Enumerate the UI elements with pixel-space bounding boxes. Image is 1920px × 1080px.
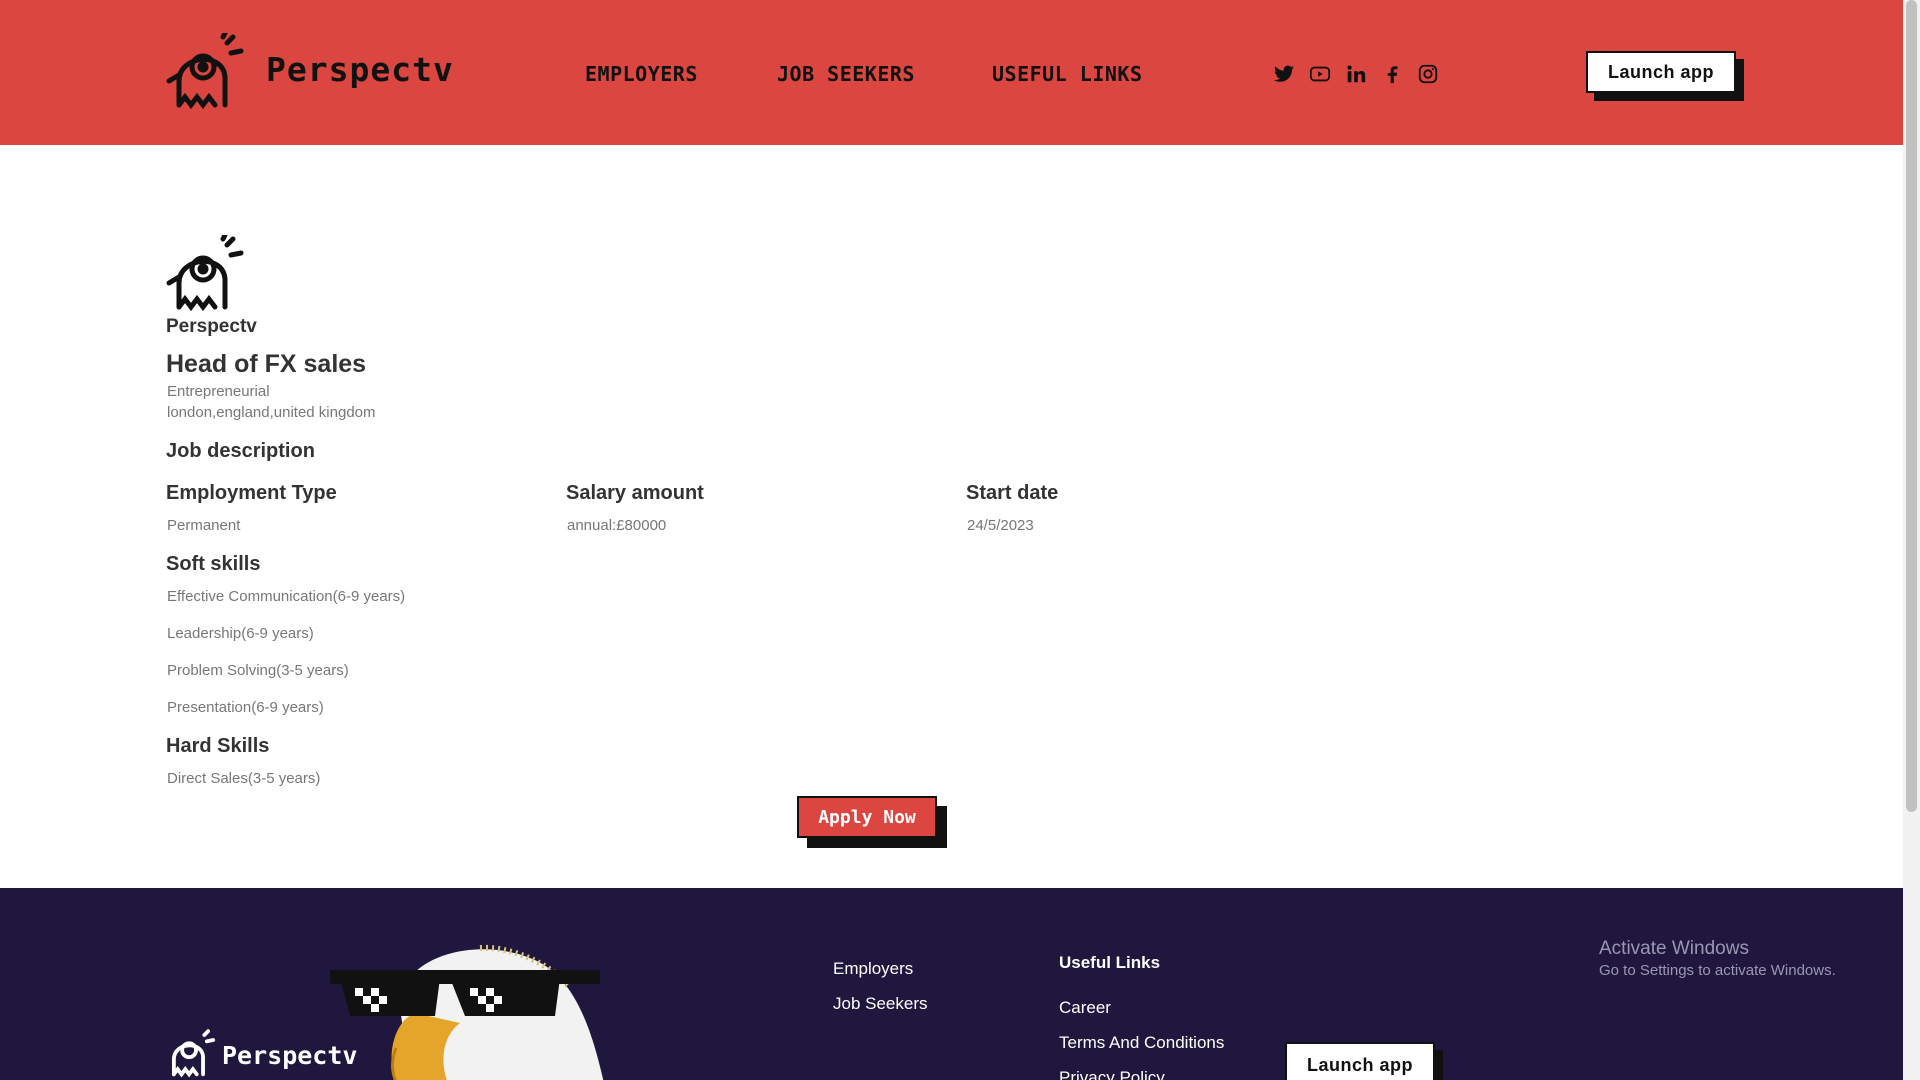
watermark-subtitle: Go to Settings to activate Windows. — [1599, 962, 1836, 979]
company-name: Perspectv — [166, 316, 257, 337]
footer-logo-icon[interactable] — [165, 1028, 217, 1080]
job-location: london,england,united kingdom — [167, 404, 376, 421]
launch-app-button[interactable]: Launch app — [1586, 51, 1736, 93]
soft-skills-heading: Soft skills — [166, 553, 261, 575]
nav-useful-links[interactable]: USEFUL LINKS — [992, 62, 1143, 86]
linkedin-icon[interactable] — [1344, 62, 1368, 86]
employment-type-value: Permanent — [167, 517, 241, 534]
footer-useful-links-heading: Useful Links — [1059, 953, 1161, 972]
salary-heading: Salary amount — [566, 482, 704, 504]
soft-skill-item: Effective Communication(6-9 years) — [167, 588, 406, 605]
footer-link-privacy[interactable]: Privacy Policy — [1059, 1068, 1165, 1080]
soft-skill-item: Presentation(6-9 years) — [167, 699, 324, 716]
social-links — [1272, 62, 1440, 86]
footer-link-employers[interactable]: Employers — [833, 959, 913, 979]
start-date-heading: Start date — [966, 482, 1059, 504]
company-logo-icon — [165, 232, 247, 319]
instagram-icon[interactable] — [1416, 62, 1440, 86]
salary-value: annual:£80000 — [567, 517, 667, 534]
site-footer: Perspectv Employers Job Seekers Useful L… — [0, 888, 1903, 1080]
soft-skill-item: Problem Solving(3-5 years) — [167, 662, 349, 679]
footer-brand-name[interactable]: Perspectv — [222, 1041, 357, 1070]
footer-link-career[interactable]: Career — [1059, 998, 1111, 1018]
employment-type-heading: Employment Type — [166, 482, 337, 504]
apply-now-button[interactable]: Apply Now — [797, 796, 937, 838]
soft-skill-item: Leadership(6-9 years) — [167, 625, 314, 642]
footer-link-job-seekers[interactable]: Job Seekers — [833, 994, 928, 1014]
scrollbar-thumb[interactable] — [1906, 0, 1917, 812]
facebook-icon[interactable] — [1380, 62, 1404, 86]
start-date-value: 24/5/2023 — [967, 517, 1034, 534]
nav-employers[interactable]: EMPLOYERS — [585, 62, 698, 86]
job-description-heading: Job description — [166, 440, 315, 462]
footer-launch-app-button[interactable]: Launch app — [1285, 1042, 1435, 1080]
youtube-icon[interactable] — [1308, 62, 1332, 86]
hard-skill-item: Direct Sales(3-5 years) — [167, 770, 321, 787]
site-header: Perspectv EMPLOYERS JOB SEEKERS USEFUL L… — [0, 0, 1903, 145]
windows-activation-watermark: Activate Windows Go to Settings to activ… — [1599, 938, 1836, 979]
job-category: Entrepreneurial — [167, 383, 270, 400]
job-title: Head of FX sales — [166, 350, 367, 378]
hard-skills-heading: Hard Skills — [166, 735, 270, 757]
brand-name[interactable]: Perspectv — [266, 50, 454, 89]
watermark-title: Activate Windows — [1599, 938, 1749, 959]
twitter-icon[interactable] — [1272, 62, 1296, 86]
footer-link-terms[interactable]: Terms And Conditions — [1059, 1033, 1224, 1053]
nav-job-seekers[interactable]: JOB SEEKERS — [777, 62, 915, 86]
brand-logo-icon[interactable] — [165, 33, 247, 113]
eagle-with-sunglasses-icon — [330, 944, 604, 1080]
